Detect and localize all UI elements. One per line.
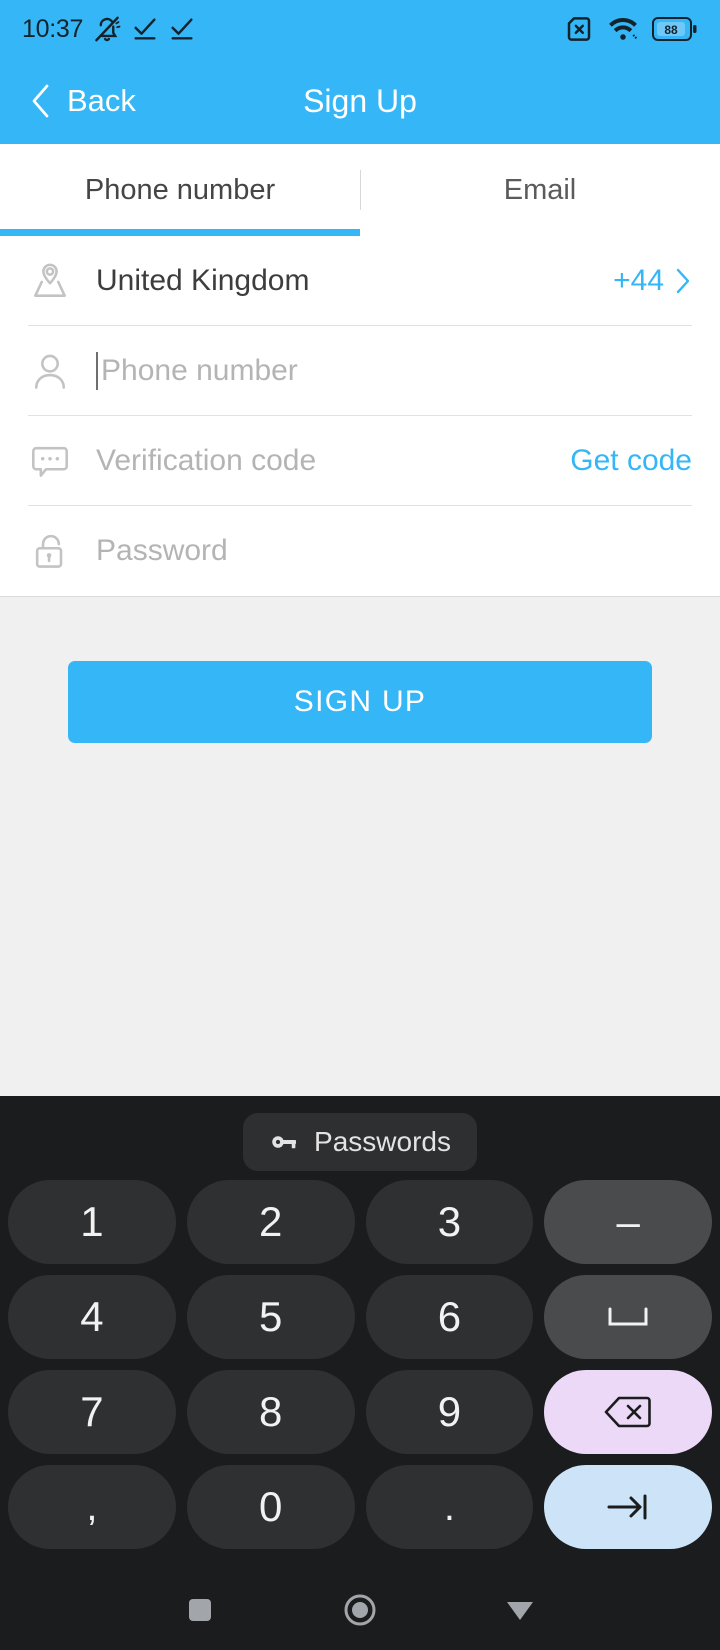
battery-icon: 88 (652, 17, 697, 41)
key-6[interactable]: 6 (365, 1275, 534, 1359)
status-bar: 10:37 88 (0, 0, 720, 58)
app-screen: 10:37 88 Back Sign Up Phone number Email… (0, 0, 720, 1650)
text-cursor (96, 352, 98, 390)
space-bar-icon (608, 1307, 648, 1326)
key-1[interactable]: 1 (8, 1180, 176, 1264)
person-icon (28, 349, 86, 393)
status-time: 10:37 (22, 14, 84, 43)
key-0[interactable]: 0 (186, 1465, 355, 1549)
back-label: Back (67, 83, 136, 118)
keyboard-row: 7 8 9 (8, 1370, 712, 1454)
keyboard-row: 4 5 6 (8, 1275, 712, 1359)
key-9[interactable]: 9 (365, 1370, 534, 1454)
key-5[interactable]: 5 (186, 1275, 355, 1359)
password-input[interactable]: Password (86, 534, 692, 568)
key-label: 9 (437, 1388, 462, 1435)
key-label: 8 (258, 1388, 283, 1435)
phone-number-input[interactable]: Phone number (86, 352, 692, 390)
dash-key[interactable]: – (544, 1180, 712, 1264)
home-button[interactable] (325, 1575, 395, 1645)
key-label: 1 (80, 1198, 104, 1245)
key-8[interactable]: 8 (186, 1370, 355, 1454)
key-7[interactable]: 7 (8, 1370, 176, 1454)
bell-muted-icon (95, 16, 121, 42)
key-label: , (86, 1484, 98, 1529)
map-pin-icon (28, 259, 86, 303)
verification-code-row[interactable]: Verification code Get code (0, 416, 720, 506)
key-comma[interactable]: , (8, 1465, 176, 1549)
key-label: . (443, 1484, 455, 1529)
status-bar-left: 10:37 (22, 14, 196, 44)
back-button[interactable]: Back (0, 81, 136, 121)
key-period[interactable]: . (365, 1465, 534, 1549)
key-label: 4 (80, 1293, 104, 1340)
keyboard-row: 1 2 3 – (8, 1180, 712, 1264)
key-label: 2 (258, 1198, 283, 1245)
tab-email[interactable]: Email (360, 144, 720, 236)
key-3[interactable]: 3 (365, 1180, 534, 1264)
passwords-suggestion-label: Passwords (314, 1126, 451, 1157)
unlocked-padlock-icon (28, 529, 86, 573)
wifi-icon (609, 18, 638, 40)
tab-phone-number-label: Phone number (84, 173, 276, 206)
system-navigation-bar (0, 1570, 720, 1650)
signup-button[interactable]: SIGN UP (68, 661, 652, 743)
hide-keyboard-button[interactable] (485, 1575, 555, 1645)
key-2[interactable]: 2 (186, 1180, 355, 1264)
phone-number-row[interactable]: Phone number (0, 326, 720, 416)
country-dial-code-group[interactable]: +44 (613, 264, 692, 298)
key-label: – (616, 1198, 640, 1245)
tab-email-label: Email (503, 173, 577, 206)
key-4[interactable]: 4 (8, 1275, 176, 1359)
country-selector-row[interactable]: United Kingdom +44 (0, 236, 720, 326)
keyboard-row: , 0 . (8, 1465, 712, 1549)
space-key[interactable] (544, 1275, 712, 1359)
key-label: 6 (437, 1293, 462, 1340)
recents-square-icon (189, 1599, 211, 1621)
home-circle-icon (344, 1594, 376, 1626)
content-area: SIGN UP (0, 596, 720, 1096)
app-bar: Back Sign Up (0, 58, 720, 144)
status-bar-right: 88 (564, 14, 698, 44)
key-label: 7 (80, 1388, 104, 1435)
sim-card-off-icon (567, 17, 591, 41)
country-name: United Kingdom (96, 264, 310, 297)
battery-level-text: 88 (664, 23, 678, 37)
key-label: 5 (258, 1293, 283, 1340)
passwords-suggestion-chip[interactable]: Passwords (243, 1113, 477, 1171)
tab-phone-number[interactable]: Phone number (0, 144, 360, 236)
backspace-key[interactable] (544, 1370, 712, 1454)
tab-next-key[interactable] (544, 1465, 712, 1549)
signup-method-tabs: Phone number Email (0, 144, 720, 236)
country-dial-code: +44 (613, 264, 664, 297)
password-row[interactable]: Password (0, 506, 720, 596)
get-code-button[interactable]: Get code (570, 444, 692, 478)
keyboard-keys: 1 2 3 – 4 5 6 7 8 9 , 0 . (0, 1180, 720, 1570)
key-label: 0 (258, 1483, 283, 1530)
chat-bubble-icon (28, 439, 86, 483)
key-label: 3 (437, 1198, 462, 1245)
numeric-keyboard: Passwords 1 2 3 – 4 5 6 7 8 9 , 0 . (0, 1096, 720, 1570)
tab-active-indicator (0, 229, 360, 236)
phone-number-placeholder: Phone number (101, 354, 298, 387)
verification-code-placeholder: Verification code (96, 444, 317, 477)
check-underline-icon (171, 18, 193, 40)
tab-next-icon (607, 1494, 647, 1520)
check-underline-icon (134, 18, 156, 40)
backspace-icon (604, 1396, 651, 1428)
signup-form: United Kingdom +44 Phone number Verifica… (0, 236, 720, 596)
verification-code-input[interactable]: Verification code (86, 444, 570, 478)
chevron-left-icon (32, 84, 49, 118)
keyboard-suggestion-bar: Passwords (0, 1104, 720, 1180)
key-icon (272, 1136, 297, 1149)
hide-keyboard-triangle-icon (507, 1602, 533, 1620)
password-placeholder: Password (96, 534, 228, 567)
recents-button[interactable] (165, 1575, 235, 1645)
chevron-right-icon (676, 268, 690, 294)
